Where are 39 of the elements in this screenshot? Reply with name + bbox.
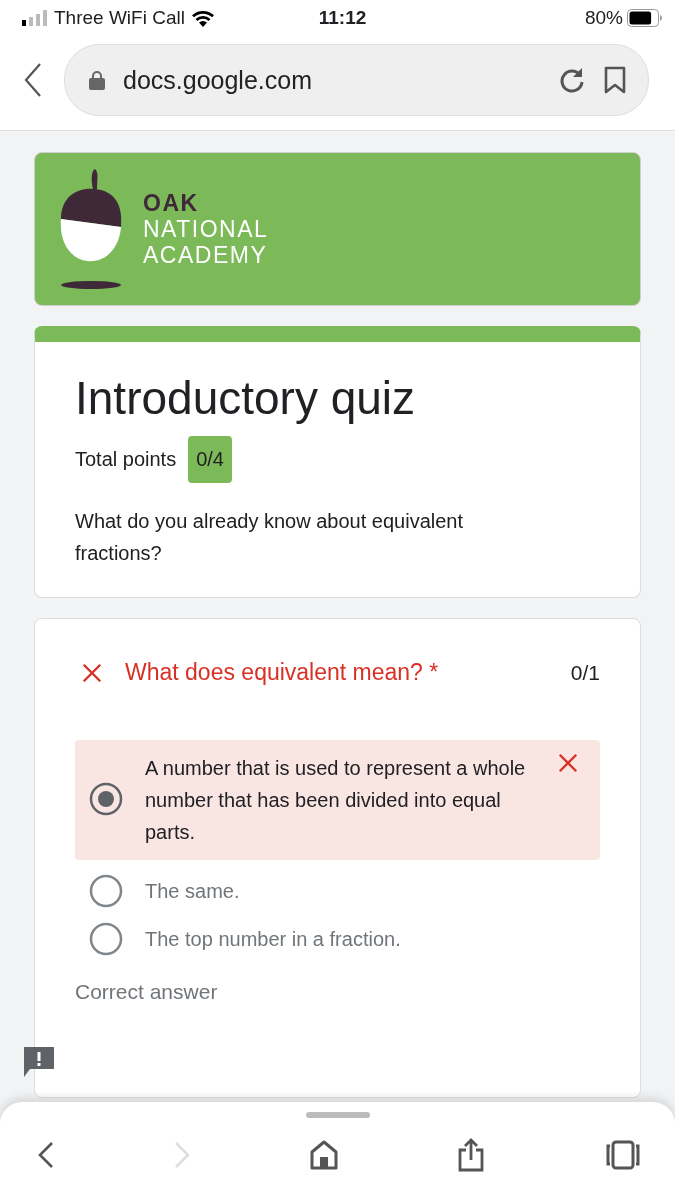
- carrier-name: Three WiFi Call: [54, 7, 185, 29]
- address-bar[interactable]: docs.google.com: [64, 44, 649, 116]
- feedback-icon[interactable]: [22, 1045, 56, 1079]
- radio-button[interactable]: [89, 874, 123, 908]
- logo-text: NATIONAL: [143, 216, 269, 242]
- lock-icon: [89, 70, 105, 90]
- radio-button[interactable]: [89, 922, 123, 956]
- option-text: The same.: [145, 879, 241, 904]
- logo-text: ACADEMY: [143, 242, 269, 268]
- logo-text: OAK: [143, 190, 200, 216]
- answer-option[interactable]: The top number in a fraction.: [75, 922, 600, 956]
- signal-icon: [22, 10, 48, 26]
- bookmark-icon[interactable]: [604, 66, 626, 94]
- battery-percent: 80%: [585, 7, 623, 29]
- tabs-icon[interactable]: [605, 1140, 641, 1170]
- wifi-icon: [190, 9, 215, 27]
- home-icon[interactable]: [309, 1140, 338, 1170]
- battery-icon: [627, 9, 663, 27]
- back-icon[interactable]: [24, 63, 42, 97]
- points-badge: 0/4: [188, 436, 232, 483]
- option-text: The top number in a fraction.: [145, 927, 402, 952]
- quiz-description: What do you already know about equivalent fractions?: [75, 509, 465, 566]
- points-label: Total points: [75, 448, 177, 471]
- question-text: What does equivalent mean? *: [125, 659, 440, 686]
- quiz-title: Introductory quiz: [75, 371, 417, 426]
- clock-time: 11:12: [317, 7, 368, 29]
- reload-icon[interactable]: [558, 66, 586, 94]
- correct-answer-label: Correct answer: [75, 980, 219, 1004]
- cross-icon: [81, 661, 103, 684]
- url-text: docs.google.com: [123, 65, 313, 95]
- cross-icon: [557, 752, 579, 774]
- wrong-answer-option[interactable]: A number that is used to represent a whole number that has been divided into equal parts.: [75, 740, 600, 860]
- radio-button[interactable]: [89, 782, 123, 816]
- share-icon[interactable]: [457, 1138, 486, 1172]
- question-score: 0/1: [570, 660, 600, 685]
- back-icon[interactable]: [38, 1142, 54, 1168]
- answer-option[interactable]: The same.: [75, 874, 600, 908]
- drag-handle[interactable]: [305, 1112, 370, 1118]
- option-text: A number that is used to represent a whole number that has been divided into equal parts.: [145, 756, 527, 845]
